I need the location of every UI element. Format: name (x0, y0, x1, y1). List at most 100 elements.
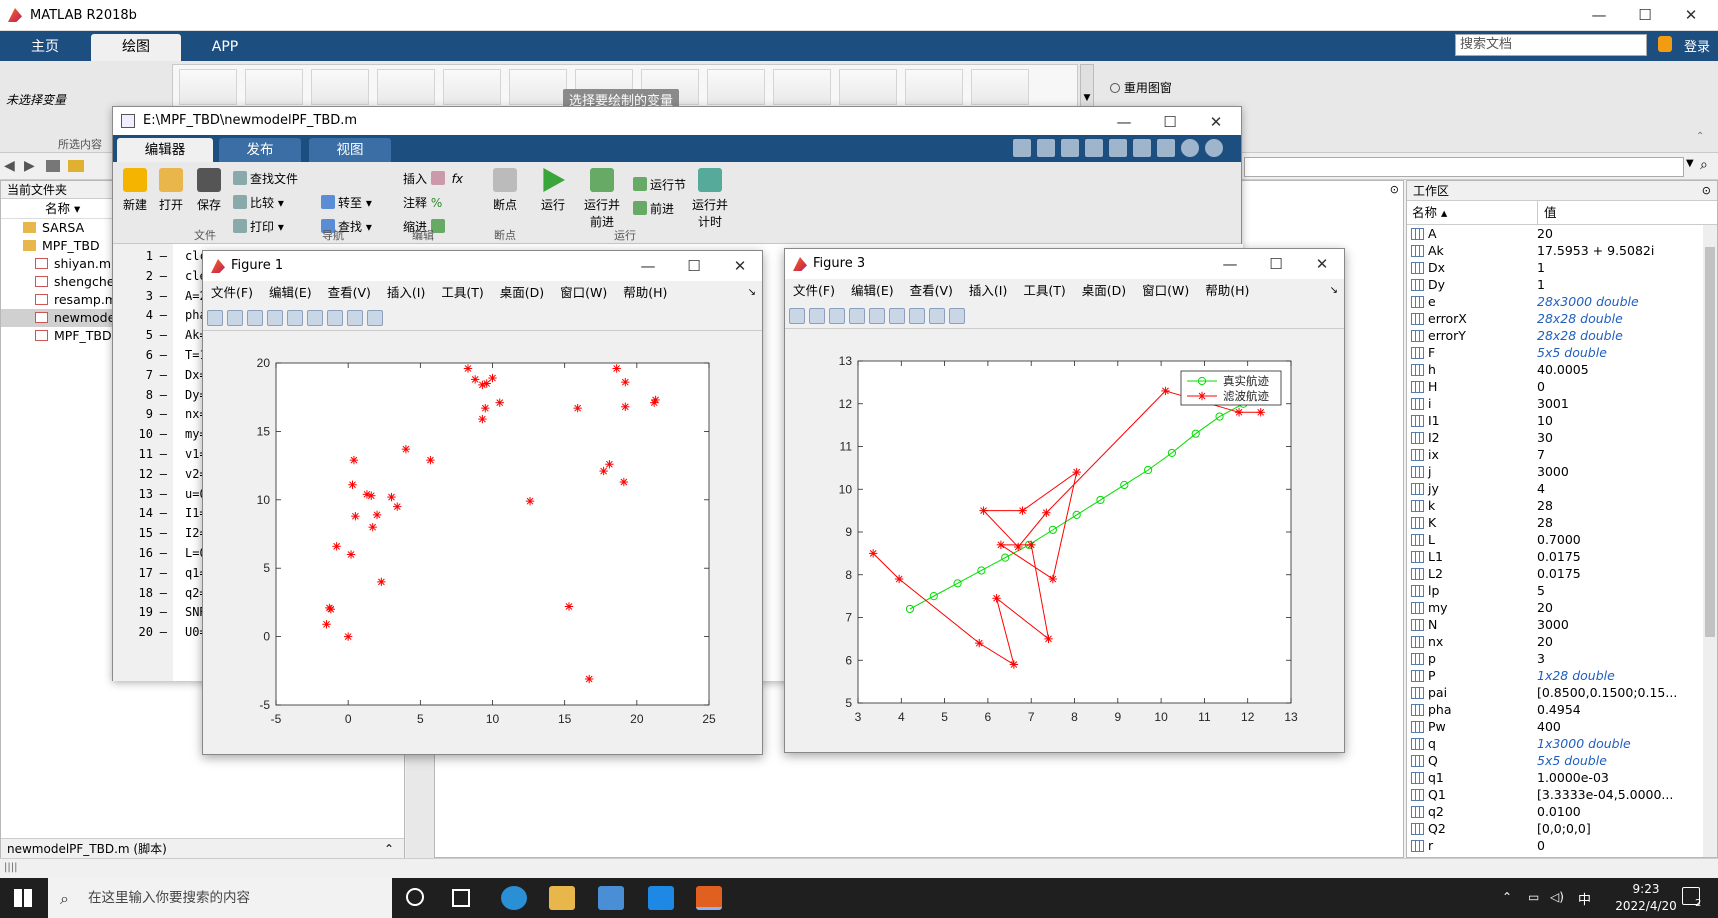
figure1-plot[interactable]: -5 0 5 10 15 20 25 -5 0 5 10 15 20 (203, 331, 762, 751)
gallery-expand-button[interactable]: ▼ (1080, 64, 1094, 108)
workspace-row[interactable]: j 3000 (1407, 463, 1707, 480)
panel-options-icon[interactable]: ⊙ (1702, 181, 1711, 201)
workspace-row[interactable]: pai [0.8500,0.1500;0.15... (1407, 684, 1707, 701)
new-figure-icon[interactable] (207, 309, 223, 326)
plot-thumb-icon[interactable] (443, 69, 501, 105)
close-button[interactable]: ✕ (1668, 0, 1714, 30)
workspace-row[interactable]: H0 (1407, 378, 1707, 395)
matlab-taskbar-icon[interactable] (696, 886, 722, 910)
plot-thumb-icon[interactable] (377, 69, 435, 105)
figure-menu-item[interactable]: 桌面(D) (500, 285, 544, 300)
taskbar-search-input[interactable]: 在这里输入你要搜索的内容 (48, 878, 392, 918)
workspace-row[interactable]: L2 0.0175 (1407, 565, 1707, 582)
legend-icon[interactable] (909, 307, 925, 324)
workspace-row[interactable]: Pw 400 (1407, 718, 1707, 735)
advance-button[interactable]: 前进 (633, 200, 674, 217)
link-icon[interactable] (869, 307, 885, 324)
maximize-button[interactable]: ☐ (1622, 0, 1668, 30)
save-icon[interactable] (829, 307, 845, 324)
dock-arrow-icon[interactable]: ↘ (1330, 279, 1338, 303)
colorbar-icon[interactable] (307, 309, 323, 326)
tab-home[interactable]: 主页 (4, 34, 86, 61)
editor-close-button[interactable]: ✕ (1193, 107, 1239, 137)
figure-menu-item[interactable]: 文件(F) (211, 285, 253, 300)
tab-view[interactable]: 视图 (309, 138, 391, 162)
legend-icon[interactable] (327, 309, 343, 326)
tab-editor[interactable]: 编辑器 (117, 138, 213, 162)
undo-icon[interactable] (1109, 139, 1127, 157)
figure-menu-item[interactable]: 查看(V) (910, 283, 953, 298)
plot-gallery[interactable]: 选择要绘制的变量 (172, 64, 1078, 110)
dropdown-icon[interactable] (1205, 139, 1223, 157)
workspace-row[interactable]: pha 0.4954 (1407, 701, 1707, 718)
workspace-row[interactable]: my 20 (1407, 599, 1707, 616)
workspace-row[interactable]: I2 30 (1407, 429, 1707, 446)
workspace-row[interactable]: P 1x28 double (1407, 667, 1707, 684)
workspace-row[interactable]: p3 (1407, 650, 1707, 667)
ws-name-header[interactable]: 名称 ▴ (1412, 201, 1447, 225)
insert-button[interactable]: 插入 fx (403, 170, 463, 187)
figure-menu-item[interactable]: 插入(I) (969, 283, 1007, 298)
plot-thumb-icon[interactable] (971, 69, 1029, 105)
fig3-close-button[interactable]: ✕ (1299, 249, 1345, 279)
fig3-maximize-button[interactable]: ☐ (1253, 249, 1299, 279)
volume-icon[interactable]: ◁) (1550, 890, 1564, 904)
network-icon[interactable]: ▭ (1528, 890, 1539, 904)
run-section-button[interactable]: 运行节 (633, 176, 686, 193)
run-button[interactable]: 运行 (533, 168, 573, 213)
comment-button[interactable]: 注释 % (403, 194, 442, 211)
tab-publish[interactable]: 发布 (219, 138, 301, 162)
ws-value-header[interactable]: 值 (1537, 201, 1557, 225)
workspace-row[interactable]: L 0.7000 (1407, 531, 1707, 548)
find-file-button[interactable]: 查找文件 (233, 170, 298, 187)
figure-menu-item[interactable]: 查看(V) (328, 285, 371, 300)
workspace-row[interactable]: jy 4 (1407, 480, 1707, 497)
goto-button[interactable]: 转至 ▾ (321, 194, 372, 211)
chevron-up-icon[interactable]: ⌃ (384, 839, 394, 859)
plot-thumb-icon[interactable] (311, 69, 369, 105)
figure-menu-item[interactable]: 窗口(W) (1142, 283, 1189, 298)
plot-thumb-icon[interactable] (245, 69, 303, 105)
workspace-row[interactable]: N 3000 (1407, 616, 1707, 633)
new-figure-icon[interactable] (789, 307, 805, 324)
save-icon[interactable] (247, 309, 263, 326)
search-icon[interactable]: ⌕ (1638, 37, 1645, 52)
figure-menu-item[interactable]: 窗口(W) (560, 285, 607, 300)
figure-menu-item[interactable]: 桌面(D) (1082, 283, 1126, 298)
up-folder-icon[interactable] (46, 160, 60, 172)
cut-icon[interactable] (1037, 139, 1055, 157)
fig1-close-button[interactable]: ✕ (717, 251, 763, 281)
plot-thumb-icon[interactable] (905, 69, 963, 105)
task-view-icon[interactable] (452, 889, 470, 907)
workspace-row[interactable]: e 28x3000 double (1407, 293, 1707, 310)
notification-bell-icon[interactable] (1658, 36, 1672, 52)
pointer-icon[interactable] (929, 307, 945, 324)
workspace-row[interactable]: nx 20 (1407, 633, 1707, 650)
workspace-scrollbar[interactable] (1703, 225, 1717, 857)
workspace-row[interactable]: k 28 (1407, 497, 1707, 514)
figure-menu-item[interactable]: 帮助(H) (1205, 283, 1249, 298)
back-arrow-icon[interactable]: ◀ (4, 158, 15, 174)
clock[interactable]: 9:23 2022/4/20 (1596, 881, 1696, 915)
figure-menu-item[interactable]: 工具(T) (1023, 283, 1065, 298)
pointer-icon[interactable] (347, 309, 363, 326)
copy-icon[interactable] (1061, 139, 1079, 157)
panel-options-icon[interactable]: ⊙ (1390, 183, 1399, 196)
workspace-row[interactable]: errorX 28x28 double (1407, 310, 1707, 327)
figure-menu-item[interactable]: 编辑(E) (851, 283, 894, 298)
plot-thumb-icon[interactable] (839, 69, 897, 105)
tab-apps[interactable]: APP (183, 34, 267, 61)
cortana-icon[interactable] (406, 888, 424, 906)
store-icon[interactable] (598, 886, 624, 910)
fig1-minimize-button[interactable]: — (625, 251, 671, 281)
print-icon[interactable] (267, 309, 283, 326)
editor-maximize-button[interactable]: ☐ (1147, 107, 1193, 137)
workspace-row[interactable]: q2 0.0100 (1407, 803, 1707, 820)
save-button[interactable]: 保存 (189, 168, 229, 213)
workspace-row[interactable]: r0 (1407, 837, 1707, 854)
figure-menu-item[interactable]: 编辑(E) (269, 285, 312, 300)
windows-start-icon[interactable] (14, 889, 32, 907)
help-icon[interactable] (1181, 139, 1199, 157)
workspace-row[interactable]: Dx 1 (1407, 259, 1707, 276)
fig3-minimize-button[interactable]: — (1207, 249, 1253, 279)
